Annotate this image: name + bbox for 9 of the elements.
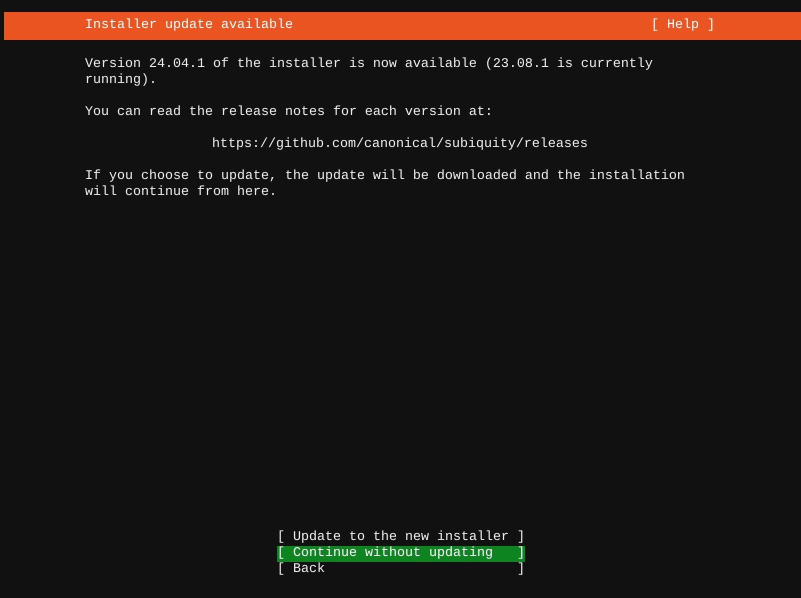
help-button[interactable]: [ Help ] — [651, 18, 715, 34]
menu-button[interactable]: [ Continue without updating ] — [277, 546, 525, 562]
paragraph: Version 24.04.1 of the installer is now available (23.08.1 is currently running). — [85, 57, 654, 89]
header-title: Installer update available — [85, 18, 293, 34]
paragraph: You can read the release notes for each version at: — [85, 105, 494, 121]
menu-button[interactable]: [ Update to the new installer ] — [277, 530, 525, 546]
url-text: https://github.com/canonical/subiquity/releases — [211, 137, 589, 153]
paragraph: If you choose to update, the update will be downloaded and the installation will continue from here. — [85, 169, 686, 201]
menu-button[interactable]: [ Back ] — [277, 562, 525, 578]
